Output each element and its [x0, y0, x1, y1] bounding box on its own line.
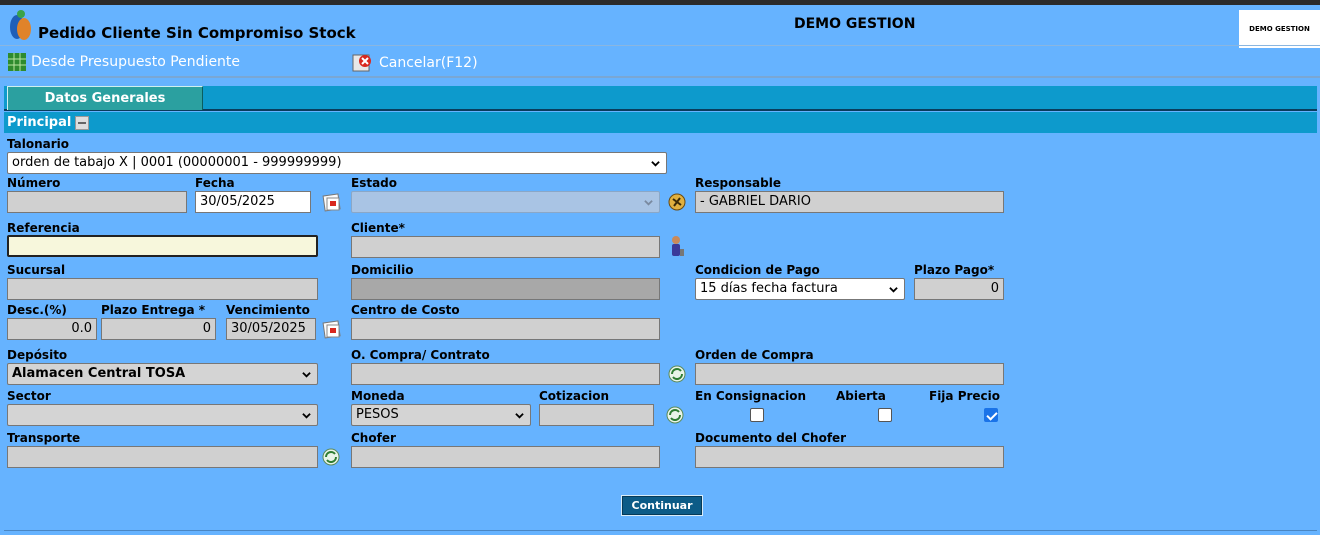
- refresh-icon[interactable]: [666, 363, 688, 385]
- deposito-select[interactable]: Alamacen Central TOSA: [7, 363, 318, 385]
- person-icon[interactable]: [666, 235, 688, 257]
- chevron-down-icon: [889, 287, 898, 293]
- abierta-label: Abierta: [836, 389, 886, 403]
- estado-select[interactable]: [351, 191, 660, 213]
- collapse-icon[interactable]: [75, 115, 90, 130]
- form-principal: Talonario orden de tabajo X | 0001 (0000…: [4, 133, 1317, 533]
- en-consignacion-checkbox[interactable]: [750, 408, 764, 422]
- sucursal-label: Sucursal: [7, 263, 66, 277]
- deposito-label: Depósito: [7, 348, 68, 362]
- chevron-down-icon: [515, 413, 524, 419]
- chevron-down-icon: [302, 372, 311, 378]
- estado-label: Estado: [351, 176, 398, 190]
- responsable-label: Responsable: [695, 176, 781, 190]
- referencia-label: Referencia: [7, 221, 80, 235]
- transporte-label: Transporte: [7, 431, 81, 445]
- fecha-label: Fecha: [195, 176, 235, 190]
- page-title: Pedido Cliente Sin Compromiso Stock: [38, 24, 356, 42]
- calendar-icon[interactable]: [321, 318, 343, 340]
- centro-costo-label: Centro de Costo: [351, 303, 460, 317]
- fija-precio-label: Fija Precio: [929, 389, 1001, 403]
- header: Pedido Cliente Sin Compromiso Stock DEMO…: [0, 5, 1320, 48]
- bottom-divider: [4, 530, 1317, 531]
- section-principal-header: Principal: [4, 112, 1317, 133]
- company-name: DEMO GESTION: [794, 16, 916, 32]
- vencimiento-field[interactable]: 30/05/2025: [226, 318, 316, 340]
- chofer-field[interactable]: [351, 446, 660, 468]
- grid-icon: [8, 53, 26, 71]
- talonario-label: Talonario: [7, 137, 70, 151]
- transporte-field[interactable]: [7, 446, 318, 468]
- continue-button[interactable]: Continuar: [621, 495, 703, 516]
- plazo-pago-label: Plazo Pago*: [914, 263, 995, 277]
- compra-contrato-field[interactable]: [351, 363, 660, 385]
- desc-field[interactable]: 0.0: [7, 318, 97, 340]
- chevron-down-icon: [651, 161, 660, 167]
- centro-costo-field[interactable]: [351, 318, 660, 340]
- sucursal-field[interactable]: [7, 278, 318, 300]
- chevron-down-icon: [302, 413, 311, 419]
- cancel-label: Cancelar(F12): [379, 55, 478, 71]
- condicion-pago-select[interactable]: 15 días fecha factura: [695, 278, 905, 300]
- cancel-button[interactable]: Cancelar(F12): [352, 53, 478, 73]
- numero-label: Número: [7, 176, 61, 190]
- app-logo-icon: [7, 8, 35, 42]
- calendar-icon[interactable]: [321, 191, 343, 213]
- fija-precio-checkbox[interactable]: [984, 408, 998, 422]
- orden-compra-label: Orden de Compra: [695, 348, 814, 362]
- tabs-bar: Datos Generales: [4, 86, 1317, 111]
- section-title: Principal: [7, 115, 72, 130]
- abierta-checkbox[interactable]: [878, 408, 892, 422]
- refresh-icon[interactable]: [320, 446, 342, 468]
- orden-compra-field[interactable]: [695, 363, 1004, 385]
- presupuesto-pendiente-button[interactable]: Desde Presupuesto Pendiente: [8, 53, 240, 71]
- cliente-field[interactable]: [351, 236, 660, 258]
- moneda-label: Moneda: [351, 389, 405, 403]
- vencimiento-label: Vencimiento: [226, 303, 310, 317]
- toolbar: Desde Presupuesto Pendiente Cancelar(F12…: [0, 45, 1320, 78]
- desc-label: Desc.(%): [7, 303, 67, 317]
- fecha-field[interactable]: 30/05/2025: [195, 191, 311, 213]
- responsable-field[interactable]: - GABRIEL DARIO: [695, 191, 1004, 213]
- moneda-select[interactable]: PESOS: [351, 404, 531, 426]
- cancel-icon: [352, 53, 374, 73]
- presupuesto-pendiente-label: Desde Presupuesto Pendiente: [31, 54, 241, 70]
- cotizacion-field[interactable]: [539, 404, 654, 426]
- cliente-label: Cliente*: [351, 221, 405, 235]
- sector-select[interactable]: [7, 404, 318, 426]
- tab-datos-generales[interactable]: Datos Generales: [7, 86, 203, 110]
- chofer-label: Chofer: [351, 431, 396, 445]
- condicion-pago-label: Condicion de Pago: [695, 263, 820, 277]
- documento-chofer-label: Documento del Chofer: [695, 431, 847, 445]
- referencia-input[interactable]: [7, 235, 318, 257]
- refresh-icon[interactable]: [664, 404, 686, 426]
- domicilio-label: Domicilio: [351, 263, 414, 277]
- documento-chofer-field[interactable]: [695, 446, 1004, 468]
- plazo-pago-field[interactable]: 0: [914, 278, 1004, 300]
- plazo-entrega-field[interactable]: 0: [101, 318, 216, 340]
- company-logo: DEMO GESTION: [1239, 10, 1320, 48]
- chevron-down-icon: [644, 200, 653, 206]
- plazo-entrega-label: Plazo Entrega *: [101, 303, 206, 317]
- cotizacion-label: Cotizacion: [539, 389, 609, 403]
- en-consignacion-label: En Consignacion: [695, 389, 807, 403]
- sector-label: Sector: [7, 389, 51, 403]
- domicilio-field[interactable]: [351, 278, 660, 300]
- numero-field[interactable]: [7, 191, 187, 213]
- talonario-select[interactable]: orden de tabajo X | 0001 (00000001 - 999…: [7, 152, 667, 174]
- search-icon[interactable]: [666, 191, 688, 213]
- compra-contrato-label: O. Compra/ Contrato: [351, 348, 490, 362]
